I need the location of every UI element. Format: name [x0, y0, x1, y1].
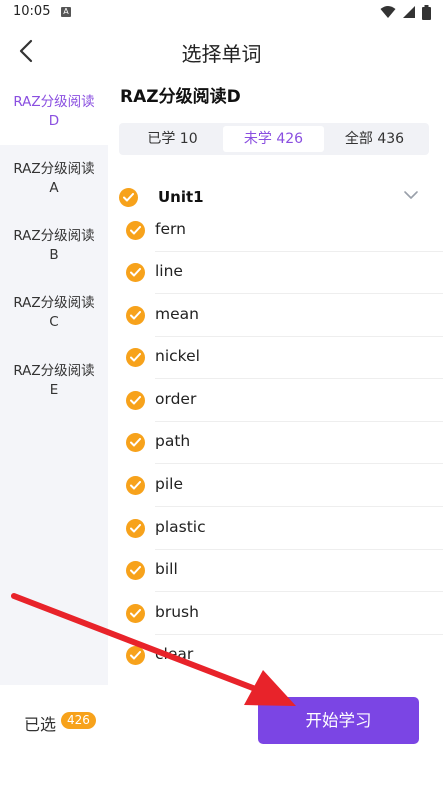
divider — [155, 506, 443, 507]
divider — [155, 378, 443, 379]
word-label: plastic — [155, 518, 206, 536]
check-icon — [130, 438, 141, 447]
signal-icon — [403, 6, 415, 18]
status-icons — [380, 4, 431, 20]
divider — [155, 591, 443, 592]
unit-header[interactable]: Unit1 — [108, 186, 443, 210]
word-label: path — [155, 432, 191, 450]
word-item[interactable]: fern — [108, 210, 443, 252]
word-item[interactable]: brush — [108, 593, 443, 635]
word-checkbox[interactable] — [126, 646, 145, 665]
divider — [155, 463, 443, 464]
status-time: 10:05 — [13, 4, 51, 19]
check-icon — [130, 566, 141, 575]
tab-unlearned[interactable]: 未学 426 — [223, 126, 324, 152]
page-title: 选择单词 — [181, 42, 262, 66]
word-checkbox[interactable] — [126, 519, 145, 538]
word-item[interactable]: path — [108, 422, 443, 464]
tab-all[interactable]: 全部 436 — [324, 126, 425, 152]
word-checkbox[interactable] — [126, 391, 145, 410]
word-checkbox[interactable] — [126, 306, 145, 325]
check-icon — [130, 268, 141, 277]
word-checkbox[interactable] — [126, 348, 145, 367]
word-checkbox[interactable] — [126, 433, 145, 452]
word-item[interactable]: mean — [108, 295, 443, 337]
wifi-icon — [380, 6, 396, 18]
sidebar-item-raz-e[interactable]: RAZ分级阅读E — [0, 362, 108, 400]
divider — [155, 293, 443, 294]
check-icon — [130, 226, 141, 235]
status-bar: 10:05 A — [0, 0, 443, 26]
sidebar-item-raz-a[interactable]: RAZ分级阅读A — [0, 160, 108, 198]
word-item[interactable]: pile — [108, 465, 443, 507]
check-icon — [130, 311, 141, 320]
chevron-down-icon[interactable] — [403, 190, 419, 200]
start-learning-button[interactable]: 开始学习 — [258, 697, 419, 744]
sidebar-item-raz-b[interactable]: RAZ分级阅读B — [0, 227, 108, 265]
word-item[interactable]: line — [108, 252, 443, 294]
check-icon — [130, 651, 141, 660]
tab-learned[interactable]: 已学 10 — [122, 126, 223, 152]
unit-title: Unit1 — [158, 188, 204, 206]
word-label: bill — [155, 560, 178, 578]
word-checkbox[interactable] — [126, 561, 145, 580]
word-label: order — [155, 390, 197, 408]
word-checkbox[interactable] — [126, 604, 145, 623]
check-icon — [130, 396, 141, 405]
word-item[interactable]: plastic — [108, 508, 443, 550]
word-checkbox[interactable] — [126, 221, 145, 240]
sidebar-item-raz-d[interactable]: RAZ分级阅读D — [0, 78, 108, 145]
word-label: brush — [155, 603, 199, 621]
notification-icon: A — [61, 7, 71, 17]
word-item[interactable]: bill — [108, 550, 443, 592]
word-panel: RAZ分级阅读D 已学 10 未学 426 全部 436 Unit1 fern … — [108, 78, 443, 685]
word-label: line — [155, 262, 183, 280]
check-icon — [130, 353, 141, 362]
sidebar-item-raz-c[interactable]: RAZ分级阅读C — [0, 294, 108, 332]
selected-count-badge: 426 — [61, 712, 96, 729]
word-label: pile — [155, 475, 183, 493]
word-item[interactable]: nickel — [108, 337, 443, 379]
unit-checkbox[interactable] — [119, 188, 138, 207]
word-label: fern — [155, 220, 186, 238]
check-icon — [130, 481, 141, 490]
check-icon — [130, 609, 141, 618]
selected-label: 已选 — [24, 715, 57, 734]
header: 选择单词 — [0, 26, 443, 76]
filter-tabs: 已学 10 未学 426 全部 436 — [119, 123, 429, 155]
bottom-bar: 已选 426 开始学习 — [0, 685, 443, 789]
word-label: mean — [155, 305, 199, 323]
word-item[interactable]: order — [108, 380, 443, 422]
sidebar: RAZ分级阅读D RAZ分级阅读A RAZ分级阅读B RAZ分级阅读C RAZ分… — [0, 78, 108, 685]
check-icon — [123, 193, 134, 202]
word-label: clear — [155, 645, 194, 663]
word-checkbox[interactable] — [126, 263, 145, 282]
word-checkbox[interactable] — [126, 476, 145, 495]
battery-icon — [422, 4, 431, 20]
book-title: RAZ分级阅读D — [120, 87, 241, 107]
word-label: nickel — [155, 347, 200, 365]
word-item[interactable]: clear — [108, 635, 443, 677]
check-icon — [130, 524, 141, 533]
